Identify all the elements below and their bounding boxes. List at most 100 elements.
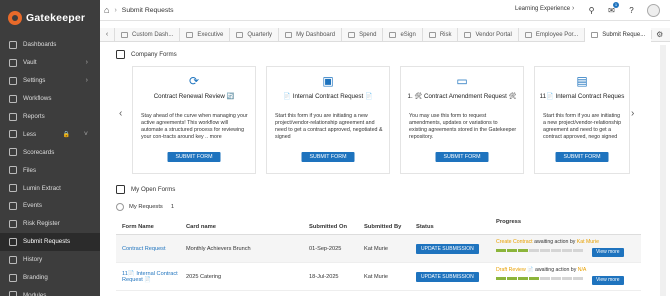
sidebar-item-label: History — [23, 256, 43, 264]
vault-icon — [9, 58, 17, 67]
sidebar-item-reports[interactable]: Reports — [0, 108, 100, 126]
form-card-description: Start this form if you are initiating a … — [543, 113, 622, 140]
progress-segment — [507, 277, 517, 280]
dashboard-icon — [285, 31, 293, 38]
sidebar-item-history[interactable]: History — [0, 251, 100, 269]
sidebar-item-modules[interactable]: Modules — [0, 286, 100, 296]
my-requests-count: 1 — [170, 204, 175, 210]
sidebar-item-less[interactable]: Less 🔒 ˅ — [0, 125, 100, 143]
tab-7[interactable]: Vendor Portal — [457, 27, 517, 42]
card-name-cell: 2025 Catering — [186, 273, 222, 280]
tab-label: Employee Por... — [535, 31, 579, 38]
form-name-link[interactable]: 11📄 Internal Contract Request 📄 — [122, 271, 178, 283]
progress-user: Kat Murie — [576, 239, 599, 245]
avatar[interactable] — [647, 4, 660, 17]
sidebar-item-submit-requests[interactable]: Submit Requests — [0, 232, 100, 251]
sidebar-item-label: Lumin Extract — [23, 184, 61, 192]
gear-icon[interactable]: ⚙ — [651, 30, 667, 39]
sidebar-item-files[interactable]: Files — [0, 161, 100, 179]
open-forms-heading: My Open Forms — [116, 185, 175, 194]
tab-6[interactable]: Risk — [421, 27, 458, 42]
sidebar-item-workflows[interactable]: Workflows — [0, 90, 100, 108]
update-submission-button[interactable]: UPDATE SUBMISSION — [416, 271, 479, 282]
submit-form-button[interactable]: SUBMIT FORM — [555, 152, 609, 162]
sidebar-item-label: Settings — [23, 77, 46, 85]
branding-icon — [9, 273, 17, 282]
tab-8[interactable]: Employee Por... — [517, 27, 584, 42]
extract-icon — [9, 184, 17, 193]
tab-9[interactable]: Submit Reque... — [584, 27, 652, 42]
table-header: Form Name Card name Submitted On Submitted … — [116, 219, 641, 235]
tab-my-requests[interactable]: My Requests 1 — [116, 203, 174, 211]
sidebar-item-lumin-extract[interactable]: Lumin Extract — [0, 179, 100, 197]
chevron-right-icon[interactable]: › — [572, 5, 574, 12]
form-name-link[interactable]: Contract Request — [122, 246, 166, 252]
tab-5[interactable]: eSign — [382, 27, 421, 42]
sidebar-item-scorecards[interactable]: Scorecards — [0, 143, 100, 161]
form-icon: ▤ — [576, 74, 588, 88]
chevron-left-icon[interactable]: ‹ — [100, 31, 114, 38]
tab-label: eSign — [400, 31, 416, 38]
progress-segment — [518, 249, 528, 252]
scrollbar[interactable] — [660, 45, 666, 296]
breadcrumb[interactable]: Submit Requests — [122, 7, 174, 14]
progress-segment — [496, 249, 506, 252]
form-card-description: Start this form if you are initiating a … — [275, 113, 383, 140]
progress-segment — [573, 249, 583, 252]
form-icon: ▭ — [456, 74, 468, 88]
form-card[interactable]: ⟳ Contract Renewal Review 🔄 Stay ahead of … — [132, 66, 256, 174]
dashboard-icon — [9, 40, 17, 49]
tab-0[interactable]: Custom Dash... — [114, 27, 179, 42]
sidebar-item-vault[interactable]: Vault › — [0, 54, 100, 72]
search-icon[interactable]: ⚲ — [586, 5, 597, 16]
submit-form-button[interactable]: SUBMIT FORM — [301, 152, 355, 162]
sidebar-item-label: Reports — [23, 113, 45, 120]
sidebar-item-risk-register[interactable]: Risk Register — [0, 215, 100, 233]
dashboard-icon — [428, 31, 436, 38]
logo[interactable]: Gatekeeper — [0, 0, 100, 36]
help-icon[interactable]: ? — [626, 5, 637, 16]
tab-label: Vendor Portal — [475, 31, 512, 38]
sidebar-item-label: Submit Requests — [23, 238, 71, 246]
tab-4[interactable]: Spend — [341, 27, 382, 42]
progress-segment — [551, 277, 561, 280]
mail-icon[interactable]: ✉ 1 — [606, 2, 619, 16]
sidebar-item-label: Vault — [23, 59, 37, 67]
form-card[interactable]: ▣ 📄 Internal Contract Request 📄 Start this… — [266, 66, 390, 174]
dashboard-icon — [591, 31, 599, 38]
view-more-button[interactable]: View more — [592, 248, 624, 257]
history-icon — [9, 255, 17, 264]
form-card-description: Stay ahead of the curve when managing yo… — [141, 113, 248, 140]
home-icon[interactable]: ⌂ — [104, 5, 109, 15]
sidebar-item-label: Risk Register — [23, 220, 60, 228]
progress-segment — [551, 249, 561, 252]
update-submission-button[interactable]: UPDATE SUBMISSION — [416, 243, 479, 254]
form-card[interactable]: ▭ 1. 🛠 Contract Amendment Request 🛠 You ma… — [400, 66, 524, 174]
sidebar-item-events[interactable]: Events — [0, 197, 100, 215]
chevron-left-icon[interactable]: ‹ — [119, 108, 122, 119]
top-bar: ⌂ › Submit Requests Learning Experience … — [100, 0, 670, 21]
progress-segment — [496, 277, 506, 280]
tab-label: Submit Reque... — [602, 31, 646, 38]
form-card[interactable]: ▤ 11📄 Internal Contract Reques Start this … — [534, 66, 630, 174]
tab-1[interactable]: Executive — [179, 27, 229, 42]
progress-segment — [507, 249, 517, 252]
notification-badge: 1 — [613, 2, 619, 8]
workspace-selector[interactable]: Learning Experience — [515, 6, 570, 12]
calendar-icon — [9, 201, 17, 210]
submit-form-button[interactable]: SUBMIT FORM — [167, 152, 221, 162]
sidebar-item-settings[interactable]: Settings › — [0, 72, 100, 90]
submit-form-button[interactable]: SUBMIT FORM — [435, 152, 489, 162]
chevron-right-icon[interactable]: › — [631, 108, 634, 119]
view-more-button[interactable]: View more — [592, 276, 624, 285]
submitted-on-cell: 01-Sep-2025 — [309, 245, 342, 252]
sidebar-item-dashboards[interactable]: Dashboards — [0, 36, 100, 54]
tab-2[interactable]: Quarterly — [229, 27, 278, 42]
submitted-on-cell: 18-Jul-2025 — [309, 273, 339, 280]
column-header: Submitted By — [364, 223, 402, 230]
progress-text: Create Contract awaiting action by Kat M… — [496, 239, 599, 245]
tab-3[interactable]: My Dashboard — [278, 27, 341, 42]
my-requests-label: My Requests — [129, 204, 163, 210]
submitted-by-cell: Kat Murie — [364, 245, 388, 252]
sidebar-item-branding[interactable]: Branding — [0, 269, 100, 287]
